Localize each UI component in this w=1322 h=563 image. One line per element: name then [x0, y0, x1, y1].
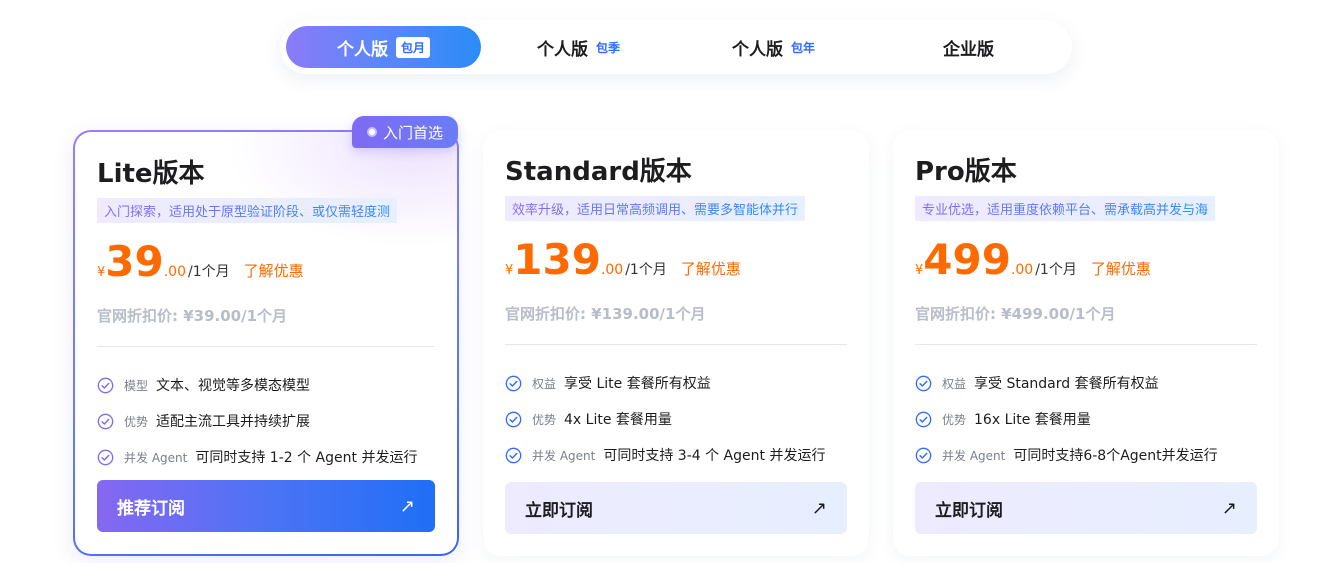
subscribe-button-lite[interactable]: 推荐订阅 ↗ — [97, 480, 435, 532]
promo-link[interactable]: 了解优惠 — [244, 260, 304, 281]
official-price: 官网折扣价: ¥499.00/1个月 — [915, 305, 1116, 323]
price-amount: 499 — [923, 235, 1011, 284]
check-circle-icon — [505, 447, 522, 463]
plan-card-lite: Lite版本 入门探索，适用处于原型验证阶段、或仅需轻度测 ¥ 39 .00 /… — [73, 130, 459, 556]
feature-item: 权益 享受 Standard 套餐所有权益 — [915, 365, 1257, 401]
check-circle-icon — [97, 377, 114, 393]
feature-list: 模型 文本、视觉等多模态模型 优势 适配主流工具并持续扩展 并发 Agent 可… — [97, 367, 435, 475]
feature-value: 可同时支持6-8个Agent并发运行 — [1013, 448, 1218, 464]
price-row: ¥ 39 .00 /1个月 了解优惠 — [97, 241, 435, 291]
plan-card-content: Lite版本 入门探索，适用处于原型验证阶段、或仅需轻度测 ¥ 39 .00 /… — [97, 156, 435, 475]
feature-key: 优势 — [532, 412, 557, 427]
tab-tag: 包年 — [790, 40, 815, 55]
price-period: /1个月 — [625, 262, 667, 278]
feature-key: 并发 Agent — [532, 448, 596, 463]
official-price: 官网折扣价: ¥39.00/1个月 — [97, 307, 288, 325]
arrow-up-right-icon: ↗ — [811, 497, 827, 519]
feature-value: 适配主流工具并持续扩展 — [156, 414, 311, 430]
feature-value: 可同时支持 3-4 个 Agent 并发运行 — [603, 448, 826, 464]
divider — [505, 344, 847, 345]
currency-symbol: ¥ — [915, 263, 924, 278]
arrow-up-right-icon: ↗ — [399, 495, 415, 517]
divider — [915, 344, 1257, 345]
badge-label: 入门首选 — [382, 123, 443, 142]
plan-description: 入门探索，适用处于原型验证阶段、或仅需轻度测 — [97, 198, 398, 223]
tab-personal-yearly[interactable]: 个人版 包年 — [676, 26, 871, 68]
cta-label: 推荐订阅 — [117, 498, 185, 519]
feature-key: 权益 — [942, 376, 967, 391]
plan-card-pro: Pro版本 专业优选，适用重度依赖平台、需承载高并发与海 ¥ 499 .00 /… — [893, 130, 1279, 556]
price-row: ¥ 139 .00 /1个月 了解优惠 — [505, 239, 847, 289]
feature-value: 文本、视觉等多模态模型 — [156, 378, 311, 394]
badge-dot-icon — [366, 127, 377, 137]
subscribe-button-standard[interactable]: 立即订阅 ↗ — [505, 482, 847, 534]
currency-symbol: ¥ — [97, 265, 106, 280]
tab-label: 个人版 — [731, 39, 783, 60]
subscribe-button-pro[interactable]: 立即订阅 ↗ — [915, 482, 1257, 534]
plan-title: Pro版本 — [915, 157, 1017, 187]
plan-title: Standard版本 — [505, 157, 692, 187]
price-period: /1个月 — [188, 264, 230, 280]
feature-item: 优势 4x Lite 套餐用量 — [505, 401, 847, 437]
price-period: /1个月 — [1035, 262, 1077, 278]
tab-tag: 包月 — [395, 36, 430, 58]
arrow-up-right-icon: ↗ — [1221, 497, 1237, 519]
feature-value: 享受 Standard 套餐所有权益 — [974, 376, 1159, 392]
feature-key: 优势 — [942, 412, 967, 427]
price-amount: 139 — [513, 235, 601, 284]
feature-item: 优势 16x Lite 套餐用量 — [915, 401, 1257, 437]
feature-value: 可同时支持 1-2 个 Agent 并发运行 — [195, 450, 418, 466]
plan-description: 效率升级，适用日常高频调用、需要多智能体并行 — [505, 196, 806, 221]
tab-tag: 包季 — [595, 40, 620, 55]
feature-list: 权益 享受 Lite 套餐所有权益 优势 4x Lite 套餐用量 并发 Age… — [505, 365, 847, 473]
price-cents: .00 — [600, 262, 624, 278]
check-circle-icon — [97, 449, 114, 465]
divider — [97, 346, 435, 347]
promo-link[interactable]: 了解优惠 — [681, 258, 741, 279]
cta-label: 立即订阅 — [935, 500, 1003, 521]
feature-key: 并发 Agent — [942, 448, 1006, 463]
plan-description: 专业优选，适用重度依赖平台、需承载高并发与海 — [915, 196, 1216, 221]
tab-label: 个人版 — [336, 39, 388, 60]
official-price: 官网折扣价: ¥139.00/1个月 — [505, 305, 706, 323]
feature-item: 并发 Agent 可同时支持 1-2 个 Agent 并发运行 — [97, 439, 435, 475]
check-circle-icon — [915, 375, 932, 391]
check-circle-icon — [97, 413, 114, 429]
tab-personal-quarterly[interactable]: 个人版 包季 — [481, 26, 676, 68]
plan-card-content: Standard版本 效率升级，适用日常高频调用、需要多智能体并行 ¥ 139 … — [505, 154, 847, 473]
feature-item: 并发 Agent 可同时支持6-8个Agent并发运行 — [915, 437, 1257, 473]
feature-key: 权益 — [532, 376, 557, 391]
feature-key: 并发 Agent — [124, 450, 188, 465]
plan-card-content: Pro版本 专业优选，适用重度依赖平台、需承载高并发与海 ¥ 499 .00 /… — [915, 154, 1257, 473]
check-circle-icon — [915, 411, 932, 427]
check-circle-icon — [915, 447, 932, 463]
feature-key: 模型 — [124, 378, 149, 393]
feature-item: 模型 文本、视觉等多模态模型 — [97, 367, 435, 403]
price-cents: .00 — [163, 264, 186, 280]
price-amount: 39 — [105, 237, 164, 286]
recommended-badge: 入门首选 — [352, 116, 458, 148]
tab-enterprise[interactable]: 企业版 — [871, 26, 1066, 68]
cta-label: 立即订阅 — [525, 500, 593, 521]
promo-link[interactable]: 了解优惠 — [1091, 258, 1151, 279]
feature-item: 权益 享受 Lite 套餐所有权益 — [505, 365, 847, 401]
feature-value: 享受 Lite 套餐所有权益 — [564, 376, 711, 392]
currency-symbol: ¥ — [505, 263, 514, 278]
tab-label: 个人版 — [536, 39, 588, 60]
plan-title: Lite版本 — [97, 159, 205, 189]
feature-item: 并发 Agent 可同时支持 3-4 个 Agent 并发运行 — [505, 437, 847, 473]
check-circle-icon — [505, 411, 522, 427]
plan-period-tabs: 个人版 包月 个人版 包季 个人版 包年 企业版 — [280, 20, 1072, 74]
feature-value: 4x Lite 套餐用量 — [564, 412, 672, 428]
price-cents: .00 — [1010, 262, 1034, 278]
feature-value: 16x Lite 套餐用量 — [974, 412, 1091, 428]
feature-key: 优势 — [124, 414, 149, 429]
feature-list: 权益 享受 Standard 套餐所有权益 优势 16x Lite 套餐用量 并… — [915, 365, 1257, 473]
check-circle-icon — [505, 375, 522, 391]
tab-personal-monthly[interactable]: 个人版 包月 — [286, 26, 481, 68]
feature-item: 优势 适配主流工具并持续扩展 — [97, 403, 435, 439]
plan-card-standard: Standard版本 效率升级，适用日常高频调用、需要多智能体并行 ¥ 139 … — [483, 130, 869, 556]
tab-label: 企业版 — [943, 39, 994, 60]
price-row: ¥ 499 .00 /1个月 了解优惠 — [915, 239, 1257, 289]
